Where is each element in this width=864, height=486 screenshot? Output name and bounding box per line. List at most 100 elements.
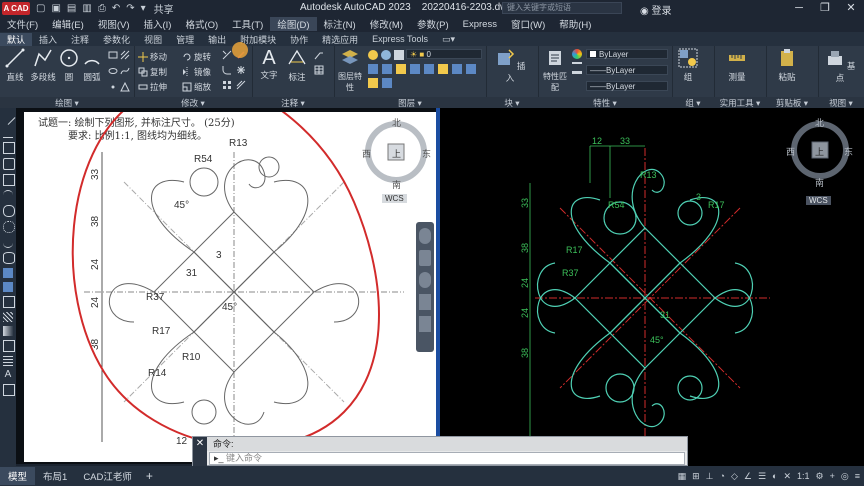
lineweight-icon[interactable] [572,71,582,78]
isolate-icon[interactable]: ◎ [841,471,849,482]
ribbon-tab-5[interactable]: 管理 [169,33,201,46]
menu-item-6[interactable]: 绘图(D) [270,17,317,31]
match-properties-tool[interactable]: 特性匹配 [540,48,570,93]
layer-tool-icon-5[interactable] [424,64,434,74]
measure-tool[interactable]: 测量 [722,48,752,83]
mirror-tool[interactable]: 镜像 [182,66,211,78]
hatch-icon[interactable] [120,50,130,60]
dropdown-icon[interactable]: ▾ [141,3,146,14]
ribbon-tab-8[interactable]: 协作 [283,33,315,46]
color-wheel-icon[interactable] [572,49,582,59]
grid-icon[interactable]: ▦ [678,471,687,482]
palette-polyline-icon[interactable] [3,142,15,154]
pan-icon[interactable] [419,250,431,266]
explode-icon[interactable] [236,65,246,75]
menu-item-9[interactable]: 参数(P) [410,17,456,31]
left-wcs-label[interactable]: WCS [382,194,407,203]
layer-tool-icon-8[interactable] [466,64,476,74]
ribbon-tab-1[interactable]: 插入 [32,33,64,46]
ellipse-icon[interactable] [108,66,118,76]
menu-item-8[interactable]: 修改(M) [363,17,410,31]
insert-tool[interactable]: 插入 [494,48,526,84]
snap-icon[interactable]: ⊞ [692,471,700,482]
ribbon-tab-9[interactable]: 精选应用 [315,33,365,46]
block-panel-title[interactable]: 块 ▾ [486,97,538,108]
offset-icon[interactable] [236,80,246,90]
ortho-icon[interactable]: ⊥ [706,471,714,482]
command-input[interactable]: ▸_ 键入命令 [209,452,685,465]
layer-tool-icon-2[interactable] [382,64,392,74]
palette-ellipse-icon[interactable] [3,252,15,264]
undo-icon[interactable]: ↶ [112,3,120,14]
otrack-icon[interactable]: ∠ [744,471,752,482]
right-viewport[interactable]: 12 33 R13 R54 R17 R17 R37 3 33 38 24 24 … [440,108,864,466]
left-viewcube[interactable]: 北 南 东 西 上 WCS [356,112,436,208]
menu-item-12[interactable]: 帮助(H) [552,17,598,31]
menu-item-10[interactable]: Express [456,19,504,30]
palette-region-icon[interactable] [3,340,15,352]
lineweight-dropdown[interactable]: ——ByLayer [586,81,668,91]
right-viewcube[interactable]: 北 南 东 西 上 WCS [784,114,864,210]
add-layout-icon[interactable]: + [140,469,159,483]
linetype-dropdown[interactable]: ——ByLayer [586,65,668,75]
layer-tool-icon-7[interactable] [452,64,462,74]
ribbon-tab-4[interactable]: 视图 [137,33,169,46]
paste-tool[interactable]: 粘贴 [772,48,802,83]
maximize-icon[interactable]: ❐ [812,0,838,16]
palette-rectangle-icon[interactable] [3,174,15,186]
menu-icon[interactable]: ≡ [855,471,860,481]
polyline-tool[interactable]: 多段线 [28,48,58,83]
move-tool[interactable]: 移动 [138,51,167,63]
showmotion-icon[interactable] [419,316,431,332]
layout-tab-0[interactable]: 模型 [0,467,36,485]
palette-circle-icon[interactable] [3,205,15,217]
layer-tool-icon-4[interactable] [410,64,420,74]
saveas-icon[interactable]: ▥ [82,3,91,14]
layer-properties-tool[interactable]: 图层特性 [336,48,364,93]
layer-tool-icon-1[interactable] [368,64,378,74]
ribbon-tab-10[interactable]: Express Tools [365,34,435,44]
dimension-tool[interactable]: 标注 [284,48,310,83]
scale-tool[interactable]: 缩放 [182,81,211,93]
lock-icon[interactable] [394,50,404,60]
utilities-panel-title[interactable]: 实用工具 ▾ [714,97,766,108]
save-icon[interactable]: ▤ [67,3,76,14]
stretch-tool[interactable]: 拉伸 [138,81,167,93]
new-icon[interactable]: ▢ [36,3,45,14]
text-tool[interactable]: A 文字 [256,48,282,81]
palette-line-icon[interactable] [0,110,16,125]
autocad-logo[interactable]: A CAD [2,1,30,15]
zoom-icon[interactable] [419,272,431,288]
layout-tab-1[interactable]: 布局1 [35,467,75,485]
command-close-icon[interactable]: ✕ [193,437,207,467]
orbit-icon[interactable] [419,294,431,310]
ribbon-toggle-icon[interactable]: ▭▾ [435,34,462,45]
steering-wheel-icon[interactable] [419,228,431,244]
redo-icon[interactable]: ↷ [126,3,134,14]
layer-tool-icon-10[interactable] [382,78,392,88]
table-icon[interactable] [314,65,324,75]
plus-icon[interactable]: + [830,471,835,481]
palette-make-block-icon[interactable] [3,282,13,292]
group-panel-title[interactable]: 组 ▾ [672,97,714,108]
annotation-panel-title[interactable]: 注释 ▾ [252,97,334,108]
palette-point-icon[interactable] [3,296,15,308]
draw-panel-title[interactable]: 绘图 ▾ [0,97,134,108]
ribbon-tab-2[interactable]: 注释 [64,33,96,46]
open-icon[interactable]: ▣ [51,3,60,14]
line-tool[interactable]: 直线 [2,48,28,83]
fillet-icon[interactable] [222,65,232,75]
layer-tool-icon-6[interactable] [438,64,448,74]
search-input[interactable]: 键入关键字或短语 [502,2,622,14]
menu-item-3[interactable]: 插入(I) [136,17,178,31]
palette-xline-icon[interactable] [3,127,13,138]
palette-addselect-icon[interactable] [3,384,15,396]
menu-item-4[interactable]: 格式(O) [178,17,225,31]
basepoint-tool[interactable]: 基点 [824,48,856,84]
annotation-scale-value[interactable]: 1:1 [797,471,810,481]
menu-item-11[interactable]: 窗口(W) [504,17,552,31]
linetype-icon[interactable] [572,62,582,68]
right-wcs-label[interactable]: WCS [806,196,831,205]
menu-item-2[interactable]: 视图(V) [91,17,137,31]
annotation-scale-icon[interactable]: ✕ [783,471,791,482]
